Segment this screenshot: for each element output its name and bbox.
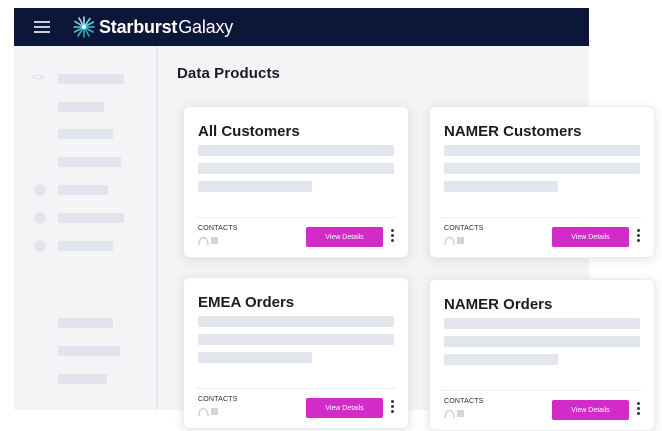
contacts-label: CONTACTS <box>198 396 238 403</box>
description-placeholder <box>198 334 394 345</box>
description-placeholder <box>444 336 640 347</box>
brand-name: Starburst <box>99 16 178 37</box>
contact-avatar-placeholder[interactable] <box>211 237 218 244</box>
hamburger-menu-icon[interactable] <box>34 21 50 33</box>
contact-avatar-icon[interactable] <box>198 407 209 416</box>
more-options-icon[interactable] <box>388 400 396 416</box>
view-details-button[interactable]: View Details <box>306 398 383 418</box>
sidebar-item-placeholder[interactable] <box>58 157 121 167</box>
sidebar-dot-icon <box>34 212 46 224</box>
sidebar-dot-icon <box>34 240 46 252</box>
description-placeholder <box>198 352 312 363</box>
product-name: Galaxy <box>178 16 234 37</box>
sidebar-item-placeholder[interactable] <box>58 185 108 195</box>
description-placeholder <box>198 181 312 192</box>
contact-avatar-placeholder[interactable] <box>457 237 464 244</box>
card-divider <box>442 390 642 391</box>
card-divider <box>196 388 396 389</box>
view-details-button[interactable]: View Details <box>306 227 383 247</box>
description-placeholder <box>444 163 640 174</box>
data-product-card[interactable]: NAMER Orders CONTACTS View Details <box>429 279 655 431</box>
sidebar-item-placeholder[interactable] <box>58 374 107 384</box>
more-options-icon[interactable] <box>634 229 642 245</box>
card-divider <box>196 217 396 218</box>
contact-avatar-icon[interactable] <box>444 236 455 245</box>
view-details-button[interactable]: View Details <box>552 227 629 247</box>
view-details-button[interactable]: View Details <box>552 400 629 420</box>
contact-avatar-icon[interactable] <box>198 236 209 245</box>
description-placeholder <box>198 316 394 327</box>
description-placeholder <box>444 145 640 156</box>
contact-avatar-icon[interactable] <box>444 409 455 418</box>
card-title: EMEA Orders <box>198 294 295 311</box>
contact-avatar-placeholder[interactable] <box>211 408 218 415</box>
card-title: All Customers <box>198 123 300 140</box>
contacts-label: CONTACTS <box>444 398 484 405</box>
contacts-label: CONTACTS <box>198 225 238 232</box>
description-placeholder <box>444 318 640 329</box>
starburst-logo-icon <box>73 16 95 38</box>
description-placeholder <box>198 163 394 174</box>
page-title: Data Products <box>177 65 280 82</box>
card-divider <box>442 217 642 218</box>
code-icon[interactable]: <> <box>32 73 48 83</box>
sidebar-item-placeholder[interactable] <box>58 129 113 139</box>
data-product-card[interactable]: EMEA Orders CONTACTS View Details <box>183 277 409 429</box>
sidebar-item-placeholder[interactable] <box>58 213 124 223</box>
contact-avatar-placeholder[interactable] <box>457 410 464 417</box>
data-product-card[interactable]: All Customers CONTACTS View Details <box>183 106 409 258</box>
starburst-galaxy-logo[interactable]: Starburst Galaxy <box>73 14 233 40</box>
description-placeholder <box>444 181 558 192</box>
data-product-card[interactable]: NAMER Customers CONTACTS View Details <box>429 106 655 258</box>
more-options-icon[interactable] <box>388 229 396 245</box>
description-placeholder <box>198 145 394 156</box>
description-placeholder <box>444 354 558 365</box>
contacts-label: CONTACTS <box>444 225 484 232</box>
more-options-icon[interactable] <box>634 402 642 418</box>
sidebar-item-placeholder[interactable] <box>58 346 120 356</box>
sidebar-item-placeholder[interactable] <box>58 318 113 328</box>
sidebar: <> <box>14 46 158 410</box>
sidebar-item-placeholder[interactable] <box>58 102 104 112</box>
card-title: NAMER Customers <box>444 123 582 140</box>
sidebar-item-placeholder[interactable] <box>58 241 113 251</box>
card-title: NAMER Orders <box>444 296 553 313</box>
sidebar-dot-icon <box>34 184 46 196</box>
sidebar-item-placeholder[interactable] <box>58 74 124 84</box>
top-navigation-bar: Starburst Galaxy <box>14 8 589 46</box>
